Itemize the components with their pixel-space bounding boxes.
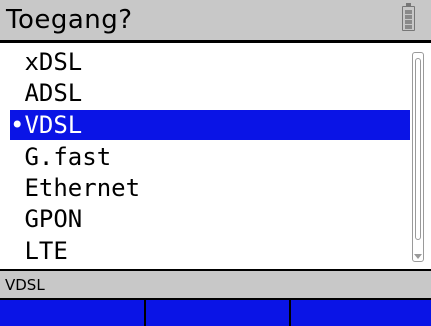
list-item-gfast[interactable]: G.fast xyxy=(10,142,410,172)
list-item-vdsl[interactable]: •VDSL xyxy=(10,110,410,140)
softkey-bar xyxy=(0,298,431,326)
access-type-list: xDSL ADSL •VDSL G.fast Ethernet GPON LTE xyxy=(0,43,412,269)
list-item-xdsl[interactable]: xDSL xyxy=(10,47,410,77)
page-title: Toegang? xyxy=(6,5,133,35)
list-item-ethernet[interactable]: Ethernet xyxy=(10,173,410,203)
softkey-2[interactable] xyxy=(146,300,291,326)
scrollbar-thumb[interactable] xyxy=(415,58,421,240)
list-item-adsl[interactable]: ADSL xyxy=(10,78,410,108)
softkey-3[interactable] xyxy=(291,300,431,326)
title-bar: Toegang? xyxy=(0,0,431,40)
list-scrollbar[interactable] xyxy=(412,52,424,262)
scroll-down-arrow-icon[interactable] xyxy=(414,254,422,259)
battery-icon xyxy=(402,3,415,31)
softkey-1[interactable] xyxy=(0,300,146,326)
list-item-lte[interactable]: LTE xyxy=(10,236,410,266)
status-bar: VDSL xyxy=(0,271,431,298)
list-item-gpon[interactable]: GPON xyxy=(10,204,410,234)
status-text: VDSL xyxy=(5,276,45,294)
